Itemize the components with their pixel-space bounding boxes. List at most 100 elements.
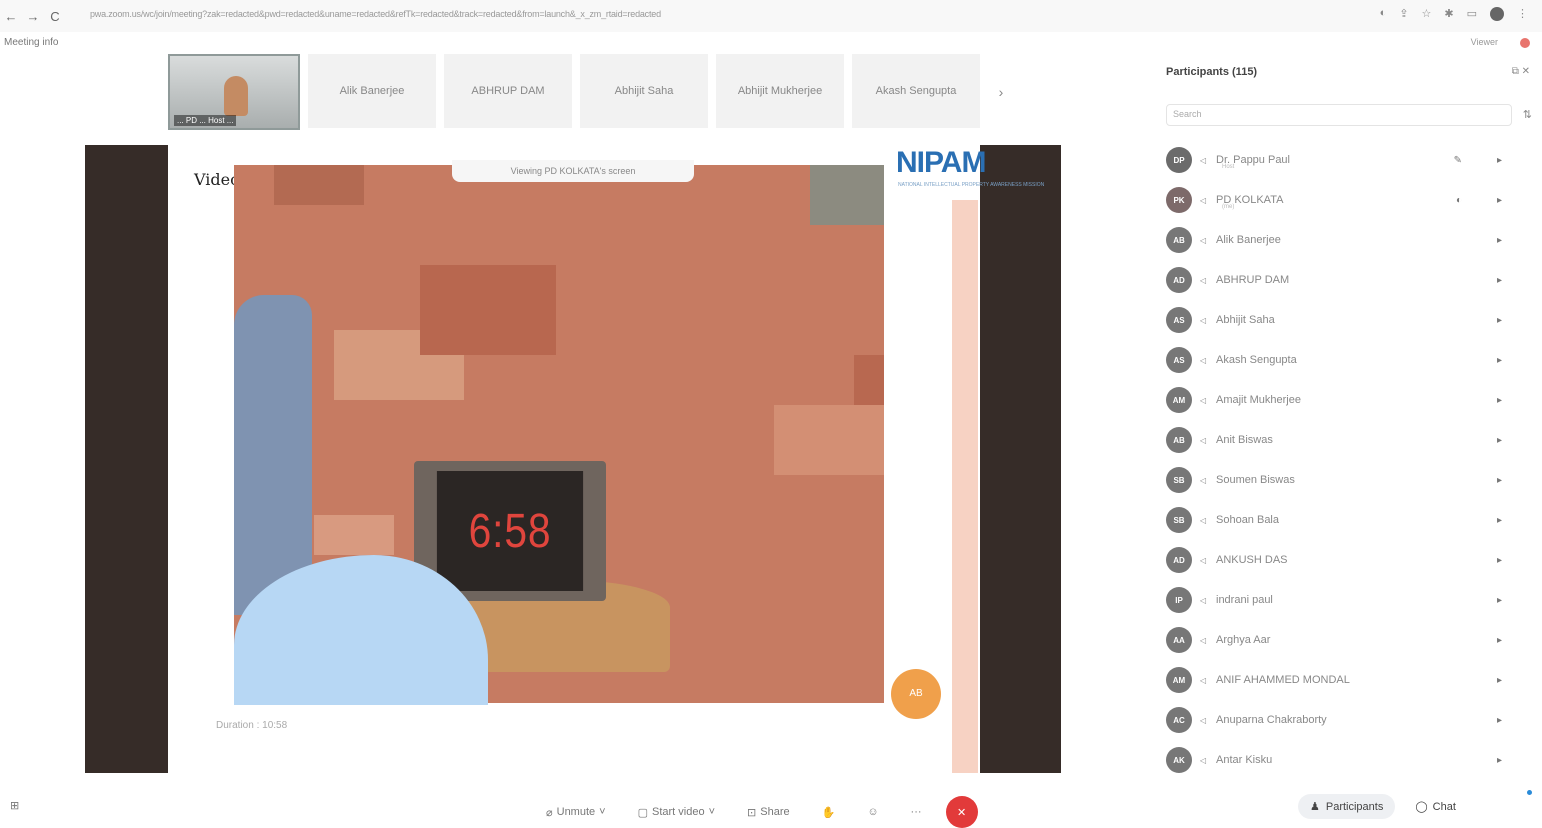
address-bar[interactable]: pwa.zoom.us/wc/join/meeting?zak=redacted… [90,9,1340,23]
thumbnail-participant[interactable]: Akash Sengupta [852,54,980,128]
thumbnail-participant[interactable]: ABHRUP DAM [444,54,572,128]
participants-button[interactable]: ♟ Participants [1298,794,1396,819]
mic-status-icon[interactable]: ▸ [1497,195,1502,206]
thumbnail-participant[interactable]: Alik Banerjee [308,54,436,128]
cast-icon[interactable]: ◐ [1380,7,1387,21]
avatar: SB [1166,467,1192,493]
mic-status-icon[interactable]: ▸ [1497,755,1502,766]
participants-panel-title: Participants (115) [1166,66,1258,78]
role-icon: ◁ [1200,275,1207,285]
mic-status-icon[interactable]: ▸ [1497,635,1502,646]
thumbnail-participant[interactable]: Abhijit Saha [580,54,708,128]
forward-icon[interactable]: → [22,9,44,24]
avatar: SB [1166,507,1192,533]
mic-status-icon[interactable]: ▸ [1497,395,1502,406]
mic-status-icon[interactable]: ▸ [1497,435,1502,446]
layout-icon[interactable]: ⊞ [10,799,19,812]
participant-row[interactable]: AD ◁ ABHRUP DAM ▸ [1166,260,1516,300]
emoji-icon: ☺ [867,806,879,818]
participant-row[interactable]: AK ◁ Antar Kisku ▸ [1166,740,1516,780]
participant-row[interactable]: DP ◁ Dr. Pappu Paul Host ✎ ▸ [1166,140,1516,180]
participant-row[interactable]: AC ◁ Anuparna Chakraborty ▸ [1166,700,1516,740]
star-icon[interactable]: ☆ [1422,7,1432,21]
extension-icon[interactable]: ✱ [1444,7,1453,21]
leave-meeting-button[interactable]: ✕ [945,796,978,828]
browser-toolbar: ← → C pwa.zoom.us/wc/join/meeting?zak=re… [0,0,1542,32]
menu-icon[interactable]: ⋮ [1517,7,1528,21]
profile-icon[interactable] [1490,7,1504,21]
share-button[interactable]: ⊡ Share [747,806,790,819]
participant-row[interactable]: AM ◁ Amajit Mukherjee ▸ [1166,380,1516,420]
participant-row[interactable]: AS ◁ Abhijit Saha ▸ [1166,300,1516,340]
unmute-button[interactable]: ⌀ Unmute ˅ [546,806,606,819]
sidebar-icon[interactable]: ▭ [1467,7,1477,21]
mic-status-icon[interactable]: ▸ [1497,515,1502,526]
mic-status-icon[interactable]: ▸ [1497,595,1502,606]
mic-status-icon[interactable]: ▸ [1497,715,1502,726]
participant-name: Amajit Mukherjee [1216,394,1301,406]
participant-row[interactable]: AB ◁ Anit Biswas ▸ [1166,420,1516,460]
sort-icon[interactable]: ⇅ [1523,108,1532,121]
participant-thumbnail-strip: ... PD ... Host ... Alik Banerjee ABHRUP… [168,54,1014,130]
mic-status-icon[interactable]: ▸ [1497,555,1502,566]
avatar: AB [1166,427,1192,453]
mic-status-icon[interactable]: ▸ [1497,475,1502,486]
meeting-toolbar: ⊞ ⌀ Unmute ˅ ▢ Start video ˅ ⊡ Share ✋ ☺… [0,788,1542,828]
video-status-icon[interactable]: ◐ [1456,195,1462,206]
participant-name: Akash Sengupta [1216,354,1297,366]
participant-row[interactable]: PK ◁ PD KOLKATA (me) ◐ ▸ [1166,180,1516,220]
meeting-info-button[interactable]: Meeting info [4,37,58,48]
avatar: AA [1166,627,1192,653]
raise-hand-button[interactable]: ✋ [822,806,836,819]
participant-name: Soumen Biswas [1216,474,1295,486]
avatar: AS [1166,347,1192,373]
participant-row[interactable]: SB ◁ Soumen Biswas ▸ [1166,460,1516,500]
participant-row[interactable]: AB ◁ Alik Banerjee ▸ [1166,220,1516,260]
close-icon[interactable]: ✕ [1522,66,1530,77]
mic-status-icon[interactable]: ▸ [1497,155,1502,166]
mic-status-icon[interactable]: ▸ [1497,235,1502,246]
avatar: AD [1166,267,1192,293]
self-video-thumbnail[interactable]: ... PD ... Host ... [168,54,300,130]
chevron-down-icon[interactable]: ˅ [599,806,605,818]
video-status-icon[interactable]: ✎ [1454,155,1462,166]
participant-row[interactable]: AM ◁ ANIF AHAMMED MONDAL ▸ [1166,660,1516,700]
participants-label: Participants [1325,800,1384,813]
notification-dot-icon [1527,790,1532,795]
popout-icon[interactable]: ⧉ [1512,66,1519,77]
share-page-icon[interactable]: ⇪ [1399,7,1408,21]
mic-status-icon[interactable]: ▸ [1497,355,1502,366]
thumbnails-next-icon[interactable]: › [988,54,1014,130]
toolbar-center-controls: ⌀ Unmute ˅ ▢ Start video ˅ ⊡ Share ✋ ☺ ·… [546,796,978,828]
video-shape [420,265,556,355]
back-icon[interactable]: ← [0,9,22,24]
participant-role: (me) [1222,204,1235,210]
start-video-button[interactable]: ▢ Start video ˅ [638,806,715,819]
video-shape [854,355,884,405]
chevron-down-icon[interactable]: ˅ [709,806,715,818]
thumbnail-participant[interactable]: Abhijit Mukherjee [716,54,844,128]
chat-button[interactable]: ◯ Chat [1415,800,1456,814]
participant-row[interactable]: SB ◁ Sohoan Bala ▸ [1166,500,1516,540]
participant-row[interactable]: AS ◁ Akash Sengupta ▸ [1166,340,1516,380]
participant-name: ANKUSH DAS [1216,554,1288,566]
participant-row[interactable]: AD ◁ ANKUSH DAS ▸ [1166,540,1516,580]
participant-name: ANIF AHAMMED MONDAL [1216,674,1350,686]
participant-row[interactable]: AA ◁ Arghya Aar ▸ [1166,620,1516,660]
participant-name: Alik Banerjee [1216,234,1281,246]
chat-bubble-icon: ◯ [1415,801,1428,813]
mic-status-icon[interactable]: ▸ [1497,675,1502,686]
reactions-button[interactable]: ☺ [867,806,878,818]
view-mode-label[interactable]: Viewer [1471,37,1498,47]
mic-status-icon[interactable]: ▸ [1497,275,1502,286]
viewing-screen-banner[interactable]: Viewing PD KOLKATA's screen [452,160,694,182]
participant-search-input[interactable]: Search [1166,104,1512,126]
video-off-icon: ▢ [637,806,648,819]
reload-icon[interactable]: C [44,9,66,24]
mic-status-icon[interactable]: ▸ [1497,315,1502,326]
role-icon: ◁ [1200,515,1207,525]
more-button[interactable]: ··· [911,806,922,818]
role-icon: ◁ [1200,595,1207,605]
participant-row[interactable]: IP ◁ indrani paul ▸ [1166,580,1516,620]
floating-avatar-button[interactable]: AB [891,669,941,719]
